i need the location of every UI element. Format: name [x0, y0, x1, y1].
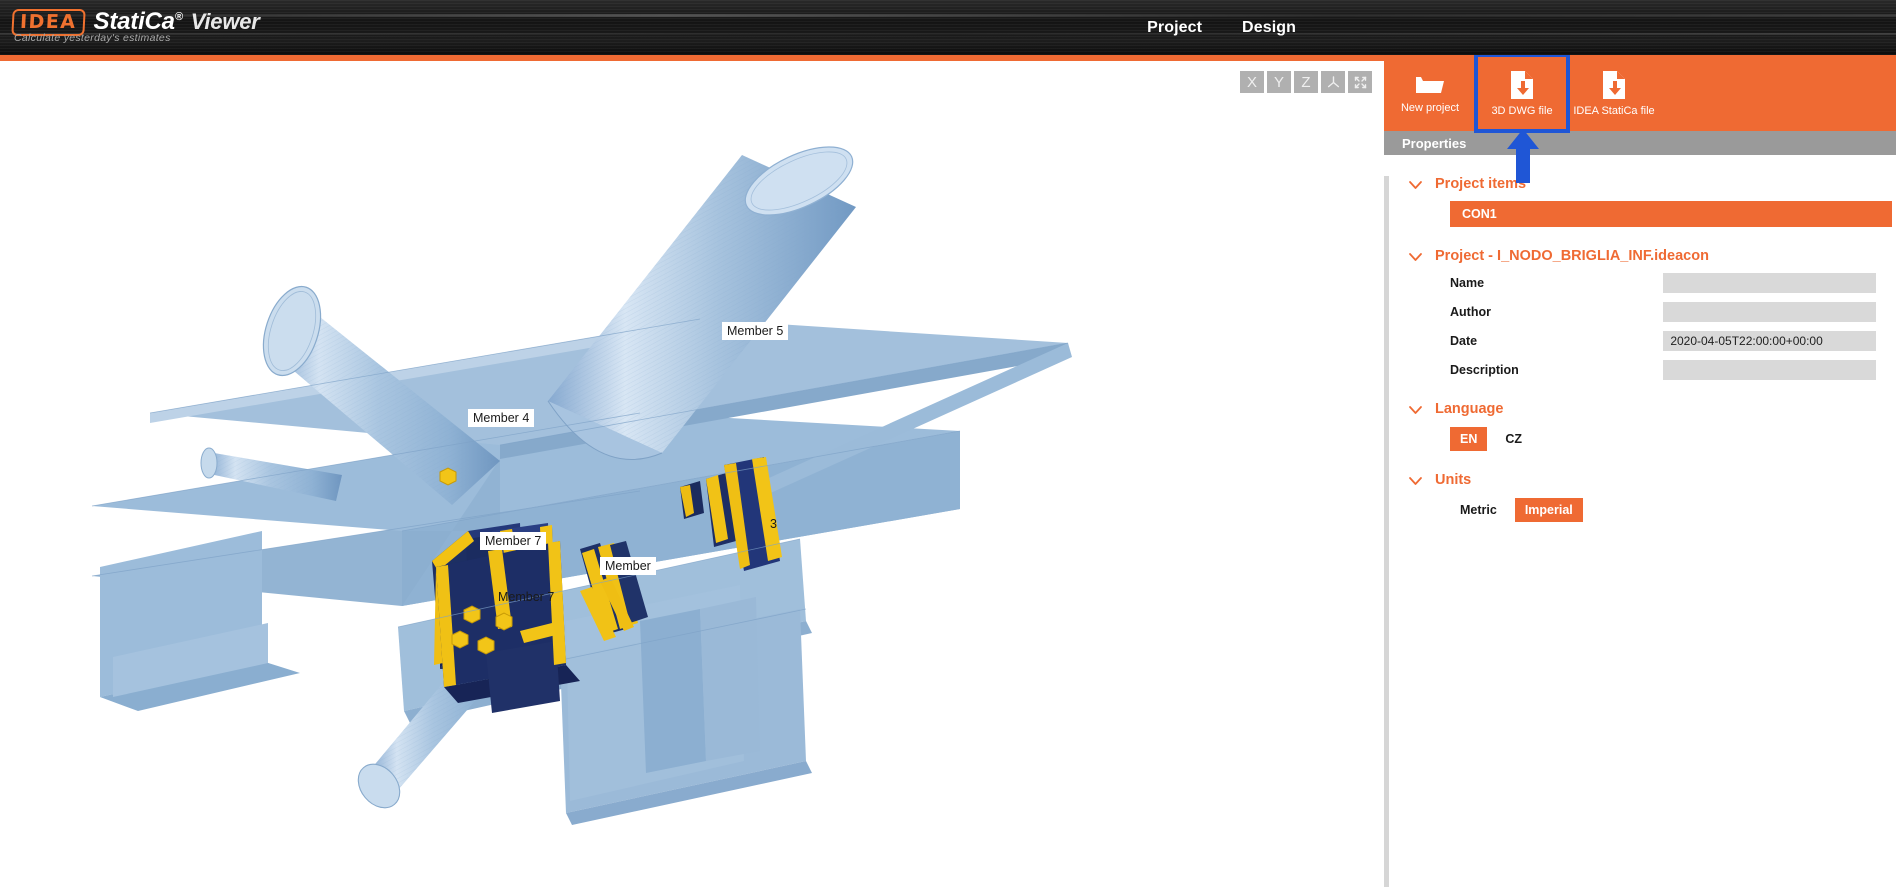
axonometric-icon: [1327, 75, 1339, 87]
annotation-arrow-up: [1506, 129, 1540, 188]
field-row-name: Name: [1450, 273, 1876, 293]
view-controls[interactable]: X Y Z: [1240, 71, 1372, 93]
member-label: Member 5: [722, 322, 789, 340]
member-label: Member 7: [498, 590, 555, 604]
new-project-button[interactable]: New project: [1384, 55, 1476, 131]
right-panel: New project 3D DWG file IDEA StatiCa fil…: [1384, 55, 1896, 887]
units-option-imperial[interactable]: Imperial: [1514, 498, 1583, 522]
3d-dwg-file-button[interactable]: 3D DWG file: [1474, 55, 1570, 133]
member-label: Member 4: [468, 409, 535, 427]
section-language-label: Language: [1435, 401, 1504, 417]
top-bar: IDEA StatiCa® Viewer Calculate yesterday'…: [0, 0, 1896, 55]
project-item-con1[interactable]: CON1: [1450, 201, 1892, 227]
units-toggle-group: Metric Imperial: [1450, 498, 1876, 522]
section-project[interactable]: Project - I_NODO_BRIGLIA_INF.ideacon: [1408, 248, 1876, 264]
chevron-down-icon: [1408, 402, 1423, 417]
field-value-author[interactable]: [1663, 302, 1876, 322]
file-download-icon: [1603, 70, 1625, 99]
field-label-description: Description: [1450, 363, 1519, 377]
folder-open-icon: [1416, 77, 1444, 93]
field-label-name: Name: [1450, 276, 1485, 290]
steel-connection-3d-model[interactable]: [0, 61, 1384, 887]
idea-statica-file-label: IDEA StatiCa file: [1573, 104, 1655, 117]
viewer-label: Viewer: [190, 9, 260, 34]
language-option-cz[interactable]: CZ: [1495, 427, 1532, 451]
section-project-items[interactable]: Project items: [1408, 176, 1876, 192]
properties-title: Properties: [1402, 135, 1467, 151]
view-z-button[interactable]: Z: [1294, 71, 1318, 93]
field-row-author: Author: [1450, 302, 1876, 322]
member-label: Member 7: [480, 532, 547, 550]
field-value-description[interactable]: [1663, 360, 1876, 380]
product-name-text: StatiCa: [93, 8, 175, 35]
language-toggle-group: EN CZ: [1450, 427, 1876, 451]
field-row-description: Description: [1450, 360, 1876, 380]
field-value-date[interactable]: 2020-04-05T22:00:00+00:00: [1663, 331, 1876, 351]
view-x-button[interactable]: X: [1240, 71, 1264, 93]
3d-dwg-file-label: 3D DWG file: [1491, 104, 1553, 117]
chevron-down-icon: [1408, 177, 1423, 192]
new-project-label: New project: [1400, 102, 1460, 114]
field-row-date: Date 2020-04-05T22:00:00+00:00: [1450, 331, 1876, 351]
fit-expand-icon: [1354, 76, 1366, 88]
section-language[interactable]: Language: [1408, 401, 1876, 417]
registered-mark: ®: [174, 11, 183, 23]
top-navigation: Project Design: [1147, 0, 1896, 55]
member-label-partial: 3: [770, 517, 777, 531]
field-label-author: Author: [1450, 305, 1491, 319]
language-option-en[interactable]: EN: [1450, 427, 1488, 451]
properties-body[interactable]: Project items CON1 Project - I_NODO_BRIG…: [1384, 176, 1896, 887]
section-units[interactable]: Units: [1408, 472, 1876, 488]
nav-item-design[interactable]: Design: [1242, 19, 1296, 37]
panel-scrollbar[interactable]: [1384, 176, 1389, 887]
chevron-down-icon: [1408, 249, 1423, 264]
view-fit-button[interactable]: [1348, 71, 1372, 93]
chevron-down-icon: [1408, 473, 1423, 488]
view-axonometric-button[interactable]: [1321, 71, 1345, 93]
field-value-name[interactable]: [1663, 273, 1876, 293]
file-download-icon: [1511, 70, 1533, 99]
member-label: Member: [600, 557, 656, 575]
field-label-date: Date: [1450, 334, 1478, 348]
idea-statica-file-button[interactable]: IDEA StatiCa file: [1568, 55, 1660, 131]
nav-item-project[interactable]: Project: [1147, 19, 1202, 37]
app-tagline: Calculate yesterday's estimates: [14, 32, 171, 44]
units-option-metric[interactable]: Metric: [1450, 498, 1507, 522]
project-toolbar: New project 3D DWG file IDEA StatiCa fil…: [1384, 55, 1896, 183]
properties-header: Properties: [1384, 131, 1896, 155]
section-project-label: Project - I_NODO_BRIGLIA_INF.ideacon: [1435, 248, 1709, 264]
view-y-button[interactable]: Y: [1267, 71, 1291, 93]
section-units-label: Units: [1435, 472, 1472, 488]
model-viewport[interactable]: X Y Z Member 5 Member 4 Member 7 Member …: [0, 61, 1384, 887]
